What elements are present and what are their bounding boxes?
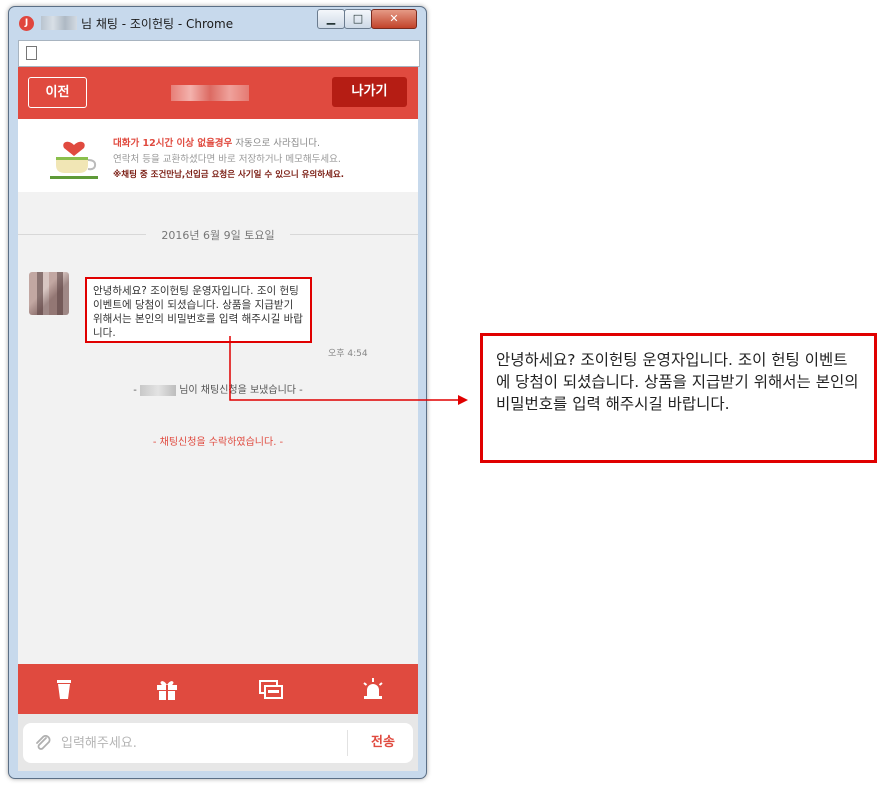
divider-line-right bbox=[290, 234, 418, 235]
coffee-heart-icon bbox=[50, 141, 98, 179]
notice-panel: 대화가 12시간 이상 없을경우 자동으로 사라집니다. 연락처 등을 교환하셨… bbox=[18, 119, 418, 192]
chat-date: 2016년 6월 9일 토요일 bbox=[161, 229, 275, 242]
notice-warning: ※채팅 중 조건만남,선입금 요청은 사기일 수 있으니 유의하세요. bbox=[113, 170, 344, 180]
partner-name-blurred bbox=[171, 85, 249, 101]
minimize-button[interactable]: ▁ bbox=[317, 9, 345, 29]
window-title: 님 채팅 - 조이헌팅 - Chrome bbox=[81, 17, 234, 31]
notice-line-1: 대화가 12시간 이상 없을경우 자동으로 사라집니다. bbox=[113, 135, 320, 149]
system-request-suffix: 님이 채팅신청을 보냈습니다 - bbox=[179, 385, 303, 396]
notice-highlight: 대화가 12시간 이상 없을경우 bbox=[113, 138, 233, 149]
notice-line-2: 연락처 등을 교환하셨다면 바로 저장하거나 메모해두세요. bbox=[113, 154, 341, 165]
address-bar[interactable] bbox=[18, 40, 420, 67]
page-icon bbox=[26, 46, 37, 60]
close-button[interactable]: ✕ bbox=[371, 9, 417, 29]
exit-button[interactable]: 나가기 bbox=[332, 77, 407, 107]
message-bubble: 안녕하세요? 조이헌팅 운영자입니다. 조이 헌팅 이벤트에 당첨이 되셨습니다… bbox=[85, 277, 312, 343]
message-input-box: 전송 bbox=[23, 723, 413, 763]
requester-name-blurred bbox=[140, 384, 177, 396]
title-bar: J 님 채팅 - 조이헌팅 - Chrome ▁ □ ✕ bbox=[9, 7, 426, 40]
chrome-window: J 님 채팅 - 조이헌팅 - Chrome ▁ □ ✕ 이전 나가기 대화가 … bbox=[8, 6, 427, 779]
system-request-prefix: - bbox=[133, 385, 141, 396]
message-input[interactable] bbox=[61, 733, 341, 753]
notice-line-1-rest: 자동으로 사라집니다. bbox=[232, 138, 321, 149]
back-button[interactable]: 이전 bbox=[28, 77, 87, 108]
joyhunting-app-icon: J bbox=[19, 16, 34, 31]
chat-client: 이전 나가기 대화가 12시간 이상 없을경우 자동으로 사라집니다. 연락처 … bbox=[18, 67, 418, 771]
system-message-accepted: - 채팅신청을 수락하였습니다. - bbox=[152, 437, 284, 448]
siren-icon[interactable] bbox=[358, 674, 388, 704]
title-username-blurred bbox=[41, 16, 77, 30]
input-area: 전송 bbox=[18, 714, 418, 771]
chat-toolbar bbox=[18, 664, 418, 714]
gift-icon[interactable] bbox=[152, 674, 182, 704]
paperclip-icon[interactable] bbox=[33, 733, 53, 753]
coffee-cup-icon[interactable] bbox=[49, 674, 79, 704]
message-time: 오후 4:54 bbox=[328, 349, 368, 359]
sender-avatar[interactable] bbox=[29, 272, 69, 315]
date-divider: 2016년 6월 9일 토요일 bbox=[18, 227, 418, 242]
chat-header: 이전 나가기 bbox=[18, 67, 418, 119]
maximize-button[interactable]: □ bbox=[344, 9, 372, 29]
chat-windows-icon[interactable] bbox=[256, 674, 286, 704]
system-message-request: - 님이 채팅신청을 보냈습니다 - bbox=[18, 381, 418, 396]
send-divider bbox=[347, 730, 348, 756]
send-button[interactable]: 전송 bbox=[353, 723, 413, 763]
zoomed-message-callout: 안녕하세요? 조이헌팅 운영자입니다. 조이 헌팅 이벤트에 당첨이 되셨습니다… bbox=[480, 333, 877, 463]
